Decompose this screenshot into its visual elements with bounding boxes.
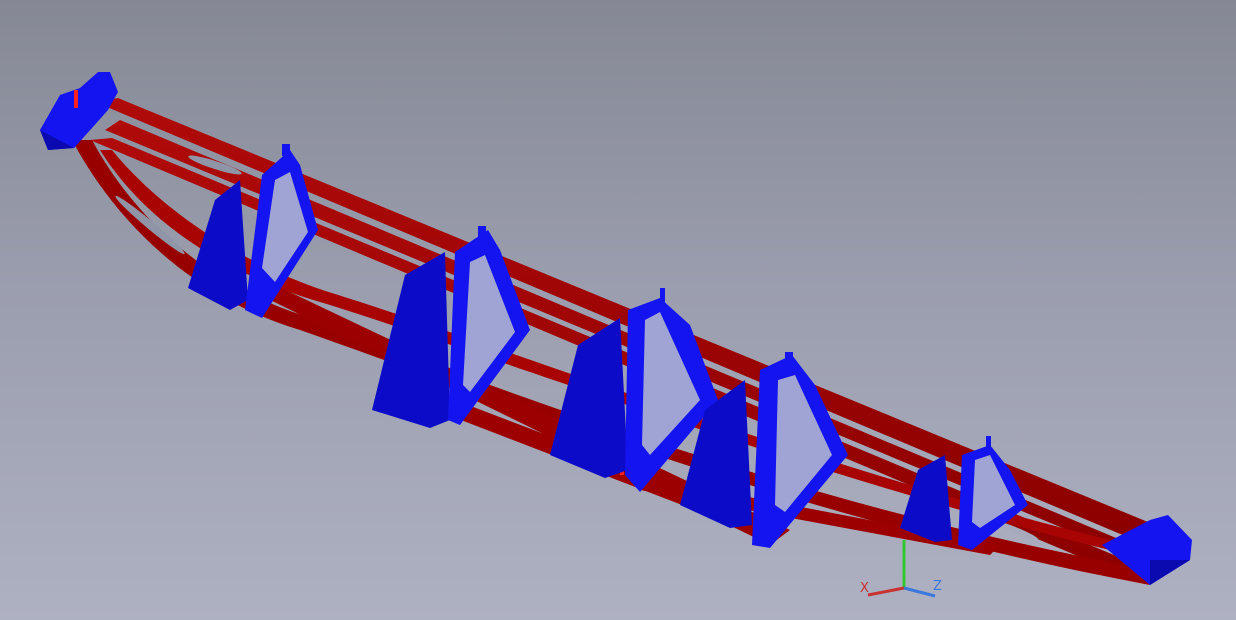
left-end-block[interactable]: [40, 72, 118, 150]
x-axis-label: X: [860, 581, 869, 596]
x-axis-line: [867, 586, 905, 597]
axis-triad: X Z: [860, 540, 942, 598]
3d-viewport[interactable]: X Z: [0, 0, 1236, 620]
z-axis-label: Z: [933, 579, 942, 594]
model-canvas[interactable]: X Z: [0, 0, 1236, 620]
z-axis-line: [903, 586, 936, 598]
